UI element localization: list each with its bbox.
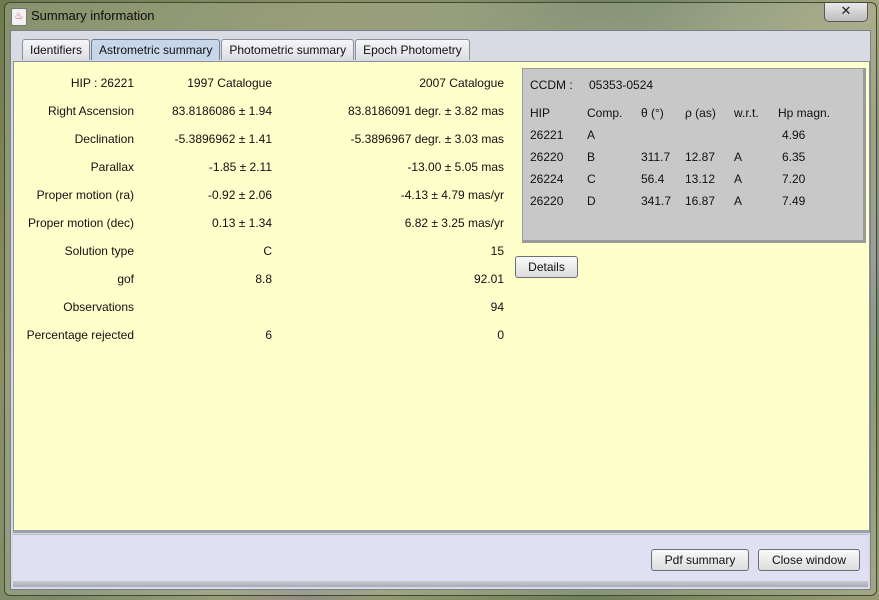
row-label: Percentage rejected [26, 328, 134, 342]
ccdm-col-comp: Comp. [587, 106, 623, 120]
ccdm-cell: 7.20 [782, 172, 806, 186]
tab-bar: Identifiers Astrometric summary Photomet… [22, 39, 471, 61]
value-2007: 0 [497, 328, 504, 342]
title-bar: ♨ Summary information ✕ [5, 3, 876, 29]
value-1997: 83.8186086 ± 1.94 [171, 104, 272, 118]
hip-label: HIP : 26221 [70, 76, 134, 90]
value-1997: 8.8 [255, 272, 272, 286]
row-label: Observations [63, 300, 134, 314]
ccdm-cell: 6.35 [782, 150, 806, 164]
ccdm-cell: 26224 [530, 172, 564, 186]
ccdm-cell: 12.87 [685, 150, 716, 164]
value-2007: -4.13 ± 4.79 mas/yr [400, 188, 504, 202]
catalogue-1997-header: 1997 Catalogue [187, 76, 272, 90]
value-2007: -5.3896967 degr. ± 3.03 mas [350, 132, 504, 146]
ccdm-cell: 26220 [530, 150, 564, 164]
footer-bar: Pdf summary Close window [13, 534, 868, 584]
value-1997: -5.3896962 ± 1.41 [174, 132, 272, 146]
tab-identifiers[interactable]: Identifiers [22, 39, 91, 60]
ccdm-cell: 311.7 [641, 150, 671, 164]
ccdm-cell: A [734, 194, 743, 208]
ccdm-cell: D [587, 194, 596, 208]
ccdm-cell: A [734, 150, 743, 164]
ccdm-cell: 26221 [530, 128, 564, 142]
row-label: Parallax [90, 160, 134, 174]
value-2007: 15 [490, 244, 504, 258]
row-label: Proper motion (dec) [27, 216, 134, 230]
ccdm-panel: CCDM : 05353-0524 HIP Comp. θ (°) ρ (as)… [522, 68, 866, 243]
value-2007: 94 [490, 300, 504, 314]
value-2007: -13.00 ± 5.05 mas [407, 160, 504, 174]
ccdm-cell: A [734, 172, 743, 186]
ccdm-col-hip: HIP [530, 106, 551, 120]
ccdm-cell: 13.12 [685, 172, 716, 186]
ccdm-cell: 26220 [530, 194, 564, 208]
ccdm-cell: A [587, 128, 596, 142]
tab-astrometric-summary[interactable]: Astrometric summary [91, 39, 221, 60]
summary-window: ♨ Summary information ✕ Identifiers Astr… [4, 2, 877, 596]
ccdm-cell: 16.87 [685, 194, 716, 208]
row-label: Declination [74, 132, 134, 146]
bottom-edge [13, 581, 868, 587]
close-window-button[interactable]: Close window [758, 549, 860, 571]
ccdm-col-theta: θ (°) [641, 106, 664, 120]
row-label: gof [117, 272, 134, 286]
value-1997: 0.13 ± 1.34 [212, 216, 272, 230]
ccdm-cell: 4.96 [782, 128, 806, 142]
value-2007: 92.01 [473, 272, 504, 286]
row-label: Proper motion (ra) [36, 188, 134, 202]
value-1997: -0.92 ± 2.06 [208, 188, 272, 202]
value-2007: 83.8186091 degr. ± 3.82 mas [347, 104, 504, 118]
ccdm-cell: 7.49 [782, 194, 806, 208]
value-2007: 6.82 ± 3.25 mas/yr [404, 216, 504, 230]
details-button[interactable]: Details [515, 256, 578, 278]
astrometric-summary-panel: HIP : 26221 1997 Catalogue 2007 Catalogu… [13, 61, 870, 533]
value-1997: C [263, 244, 272, 258]
ccdm-col-hp-magn: Hp magn. [778, 106, 831, 120]
value-1997: -1.85 ± 2.11 [208, 160, 272, 174]
row-label: Solution type [64, 244, 134, 258]
ccdm-cell: 56.4 [641, 172, 665, 186]
tab-epoch-photometry[interactable]: Epoch Photometry [355, 39, 470, 60]
tab-photometric-summary[interactable]: Photometric summary [221, 39, 355, 60]
row-label: Right Ascension [47, 104, 134, 118]
ccdm-cell: C [587, 172, 596, 186]
window-title: Summary information [31, 8, 155, 23]
java-app-icon: ♨ [11, 8, 27, 26]
ccdm-col-wrt: w.r.t. [734, 106, 759, 120]
ccdm-col-rho: ρ (as) [685, 106, 716, 120]
catalogue-2007-header: 2007 Catalogue [419, 76, 504, 90]
ccdm-cell: 341.7 [641, 194, 672, 208]
window-content: Identifiers Astrometric summary Photomet… [10, 30, 871, 590]
value-1997: 6 [265, 328, 272, 342]
close-icon[interactable]: ✕ [824, 3, 868, 22]
ccdm-value: 05353-0524 [589, 78, 654, 92]
ccdm-cell: B [587, 150, 596, 164]
ccdm-label: CCDM : [530, 78, 573, 92]
pdf-summary-button[interactable]: Pdf summary [651, 549, 749, 571]
